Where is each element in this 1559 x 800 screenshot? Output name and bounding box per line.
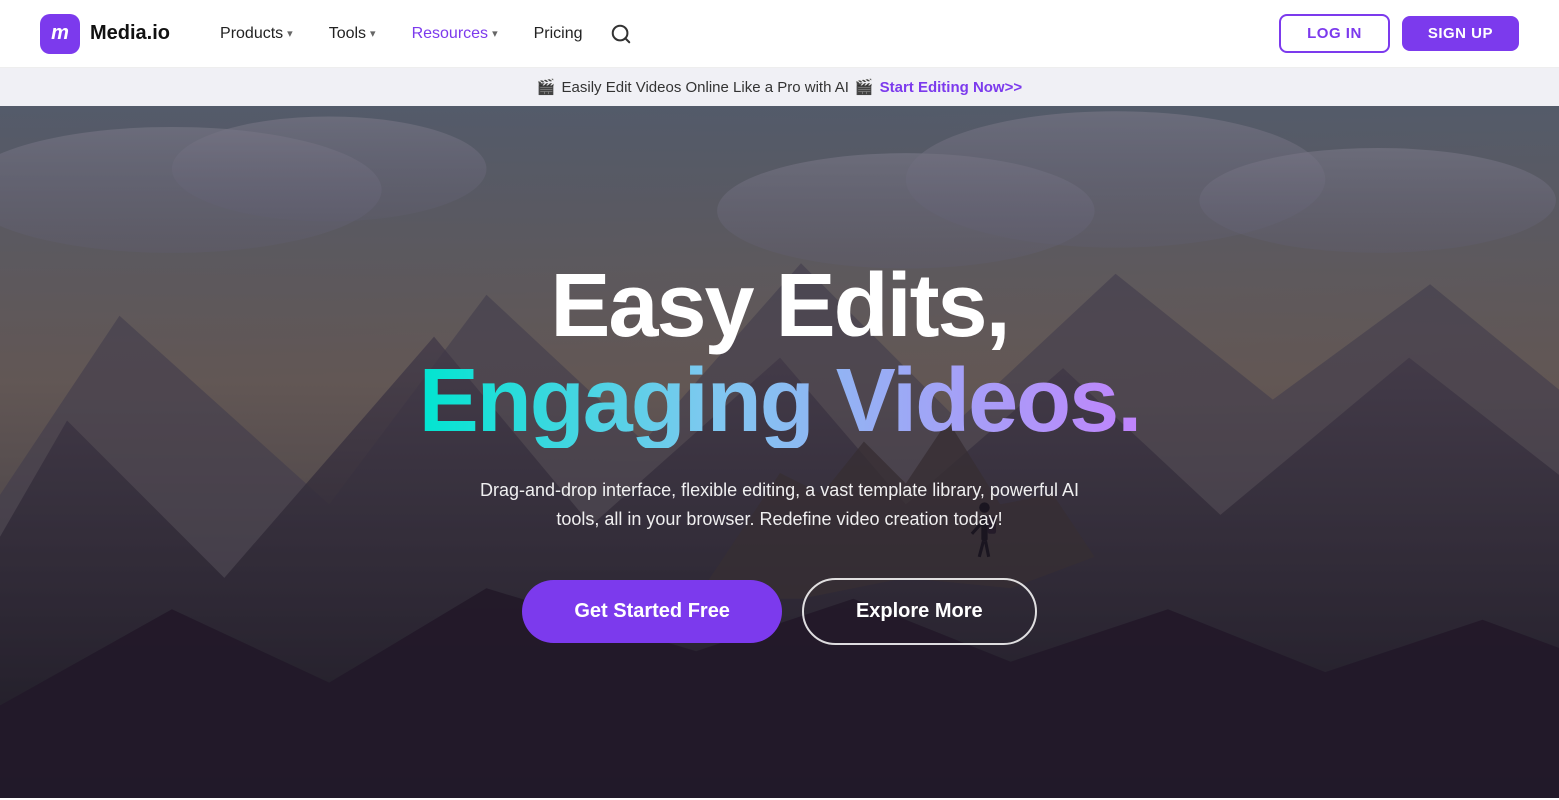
logo-text: Media.io bbox=[90, 22, 170, 45]
navbar: m Media.io Products ▾ Tools ▾ Resources … bbox=[0, 0, 1559, 68]
nav-label-products: Products bbox=[220, 25, 283, 43]
navbar-left: m Media.io Products ▾ Tools ▾ Resources … bbox=[40, 14, 637, 54]
hero-title-line1: Easy Edits, bbox=[419, 259, 1140, 354]
announcement-suffix-emoji: 🎬 bbox=[855, 78, 874, 96]
logo[interactable]: m Media.io bbox=[40, 14, 170, 54]
chevron-down-icon: ▾ bbox=[370, 27, 376, 40]
nav-links: Products ▾ Tools ▾ Resources ▾ Pricing bbox=[206, 17, 636, 51]
hero-subtitle: Drag-and-drop interface, flexible editin… bbox=[469, 476, 1089, 534]
signup-button[interactable]: SIGN UP bbox=[1402, 16, 1519, 51]
navbar-right: LOG IN SIGN UP bbox=[1279, 14, 1519, 53]
nav-item-tools[interactable]: Tools ▾ bbox=[315, 17, 390, 51]
explore-more-button[interactable]: Explore More bbox=[802, 578, 1037, 645]
logo-icon: m bbox=[40, 14, 80, 54]
hero-buttons: Get Started Free Explore More bbox=[419, 578, 1140, 645]
announcement-prefix-emoji: 🎬 bbox=[537, 78, 556, 96]
search-icon[interactable] bbox=[605, 18, 637, 50]
get-started-button[interactable]: Get Started Free bbox=[522, 580, 782, 643]
nav-label-pricing: Pricing bbox=[534, 25, 583, 43]
hero-section: Easy Edits, Engaging Videos. Drag-and-dr… bbox=[0, 106, 1559, 798]
chevron-down-icon: ▾ bbox=[287, 27, 293, 40]
nav-item-resources[interactable]: Resources ▾ bbox=[398, 17, 512, 51]
login-button[interactable]: LOG IN bbox=[1279, 14, 1390, 53]
nav-label-resources: Resources bbox=[412, 25, 488, 43]
nav-item-pricing[interactable]: Pricing bbox=[520, 17, 597, 51]
announcement-text: Easily Edit Videos Online Like a Pro wit… bbox=[562, 79, 849, 96]
hero-title-line2: Engaging Videos. bbox=[419, 354, 1140, 449]
announcement-cta-link[interactable]: Start Editing Now>> bbox=[880, 79, 1023, 96]
chevron-down-icon: ▾ bbox=[492, 27, 498, 40]
announcement-banner: 🎬 Easily Edit Videos Online Like a Pro w… bbox=[0, 68, 1559, 106]
nav-label-tools: Tools bbox=[329, 25, 366, 43]
hero-content: Easy Edits, Engaging Videos. Drag-and-dr… bbox=[399, 259, 1160, 645]
nav-item-products[interactable]: Products ▾ bbox=[206, 17, 307, 51]
